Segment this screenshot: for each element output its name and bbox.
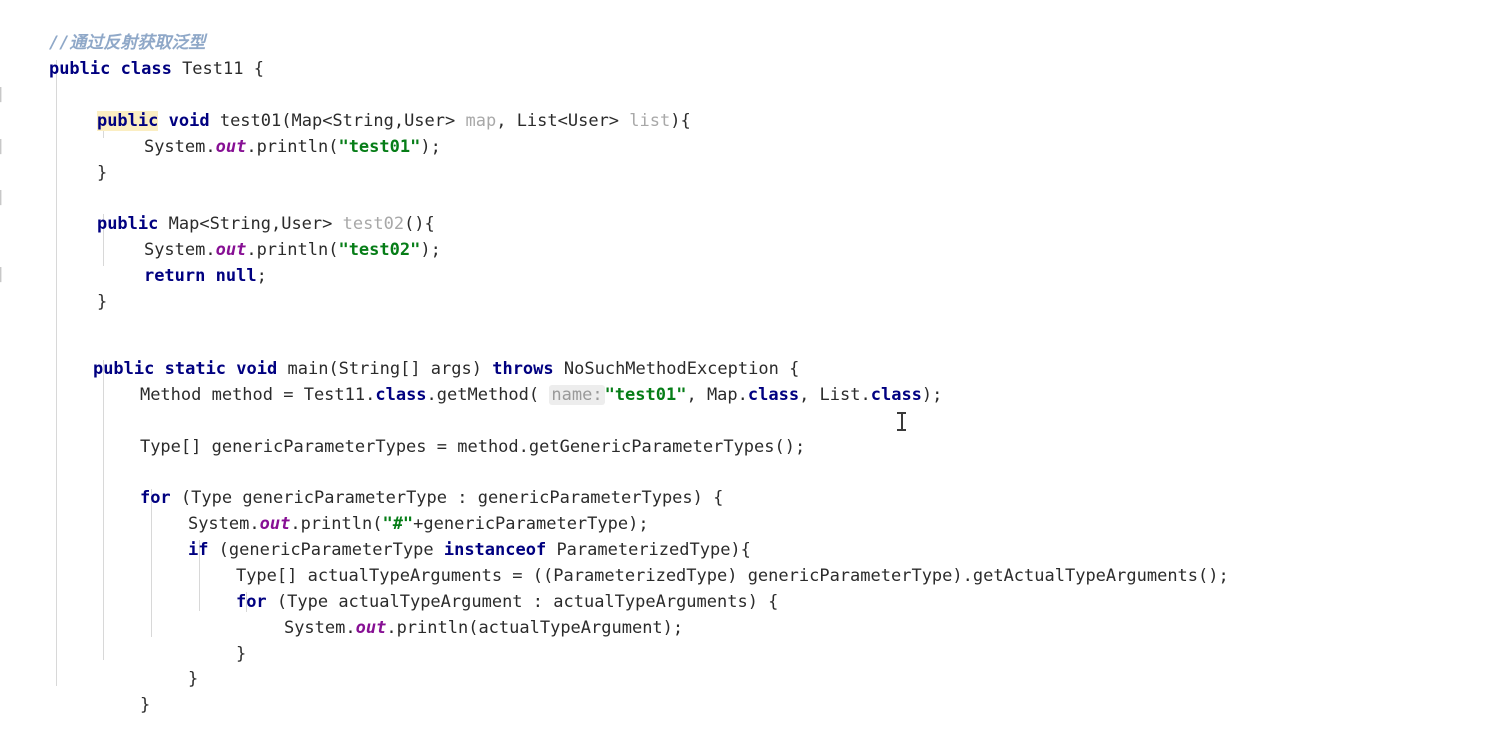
code-line-test01-close[interactable]: } [0, 135, 107, 183]
close-brace-test01: } [96, 162, 108, 183]
code-line-close-outer-for[interactable]: } [0, 667, 150, 715]
keyword-return: return [143, 265, 206, 286]
println-actual-suffix: .println(actualTypeArgument); [386, 617, 684, 638]
arg-close: ); [921, 384, 943, 405]
test01-params-close: ){ [670, 110, 691, 131]
test01-param2-type: , List<User> [496, 110, 620, 131]
keyword-null: null [215, 265, 257, 286]
code-line-for-outer[interactable]: for (Type genericParameterType : generic… [0, 460, 723, 508]
class-open-brace: { [253, 58, 264, 79]
code-line-get-method[interactable]: Method method = Test11.class.getMethod( … [0, 357, 942, 405]
code-line-class-decl[interactable]: public class Test11 { [0, 31, 264, 79]
string-test01: "test01" [338, 136, 421, 157]
code-line-main-signature[interactable]: public static void main(String[] args) t… [0, 331, 799, 379]
method-decl-prefix: Method method = Test11. [139, 384, 376, 405]
arg-list-prefix: , List. [799, 384, 871, 405]
close-brace-if: } [187, 668, 199, 689]
code-line-test02-signature[interactable]: public Map<String,User> test02(){ [0, 186, 435, 234]
get-method-call: .getMethod( [426, 384, 540, 405]
close-brace-test02: } [96, 291, 108, 312]
close-brace-inner-for: } [235, 643, 247, 664]
code-line-println-actual[interactable]: System.out.println(actualTypeArgument); [0, 590, 683, 638]
code-line-close-if[interactable]: } [0, 641, 198, 689]
generic-types-statement: Type[] genericParameterTypes = method.ge… [139, 436, 806, 457]
keyword-class: class [747, 384, 800, 405]
println-close: ); [420, 136, 441, 157]
string-test02: "test02" [338, 239, 421, 260]
code-line-if-instanceof[interactable]: if (genericParameterType instanceof Para… [0, 512, 751, 560]
println-close: ); [420, 239, 441, 260]
println-call: .println( [246, 136, 339, 157]
code-line-test02-println[interactable]: System.out.println("test02"); [0, 212, 441, 260]
param-list: list [629, 110, 671, 131]
keyword-class: class [375, 384, 427, 405]
code-line-for-inner[interactable]: for (Type actualTypeArgument : actualTyp… [0, 564, 778, 612]
code-line-generic-parameter-types[interactable]: Type[] genericParameterTypes = method.ge… [0, 409, 805, 457]
inlay-hint-name: name: [549, 384, 605, 405]
close-brace-outer-for: } [139, 694, 151, 715]
string-arg-test01: "test01" [604, 384, 687, 405]
field-out: out [215, 136, 247, 157]
code-editor[interactable]: //通过反射获取泛型 public class Test11 { public … [0, 0, 1509, 715]
code-line-test02-return[interactable]: return null; [0, 238, 267, 286]
keyword-class: class [870, 384, 922, 405]
code-line-comment[interactable]: //通过反射获取泛型 [0, 5, 205, 53]
system-prefix: System. [283, 617, 356, 638]
param-map: map [465, 110, 497, 131]
code-line-println-hash[interactable]: System.out.println("#"+genericParameterT… [0, 486, 649, 534]
code-line-actual-type-arguments[interactable]: Type[] actualTypeArguments = ((Parameter… [0, 538, 1229, 586]
keyword-class: class [120, 58, 172, 79]
code-line-test01-println[interactable]: System.out.println("test01"); [0, 109, 441, 157]
system-prefix: System. [143, 136, 216, 157]
arg-map-prefix: , Map. [686, 384, 748, 405]
text-cursor-icon [897, 411, 906, 431]
semicolon: ; [256, 265, 267, 286]
keyword-public: public [48, 58, 111, 79]
code-line-test02-close[interactable]: } [0, 264, 107, 312]
code-line-close-inner-for[interactable]: } [0, 616, 246, 664]
class-name: Test11 [182, 58, 244, 79]
code-line-test01-signature[interactable]: public void test01(Map<String,User> map,… [0, 83, 691, 131]
field-out: out [355, 617, 387, 638]
